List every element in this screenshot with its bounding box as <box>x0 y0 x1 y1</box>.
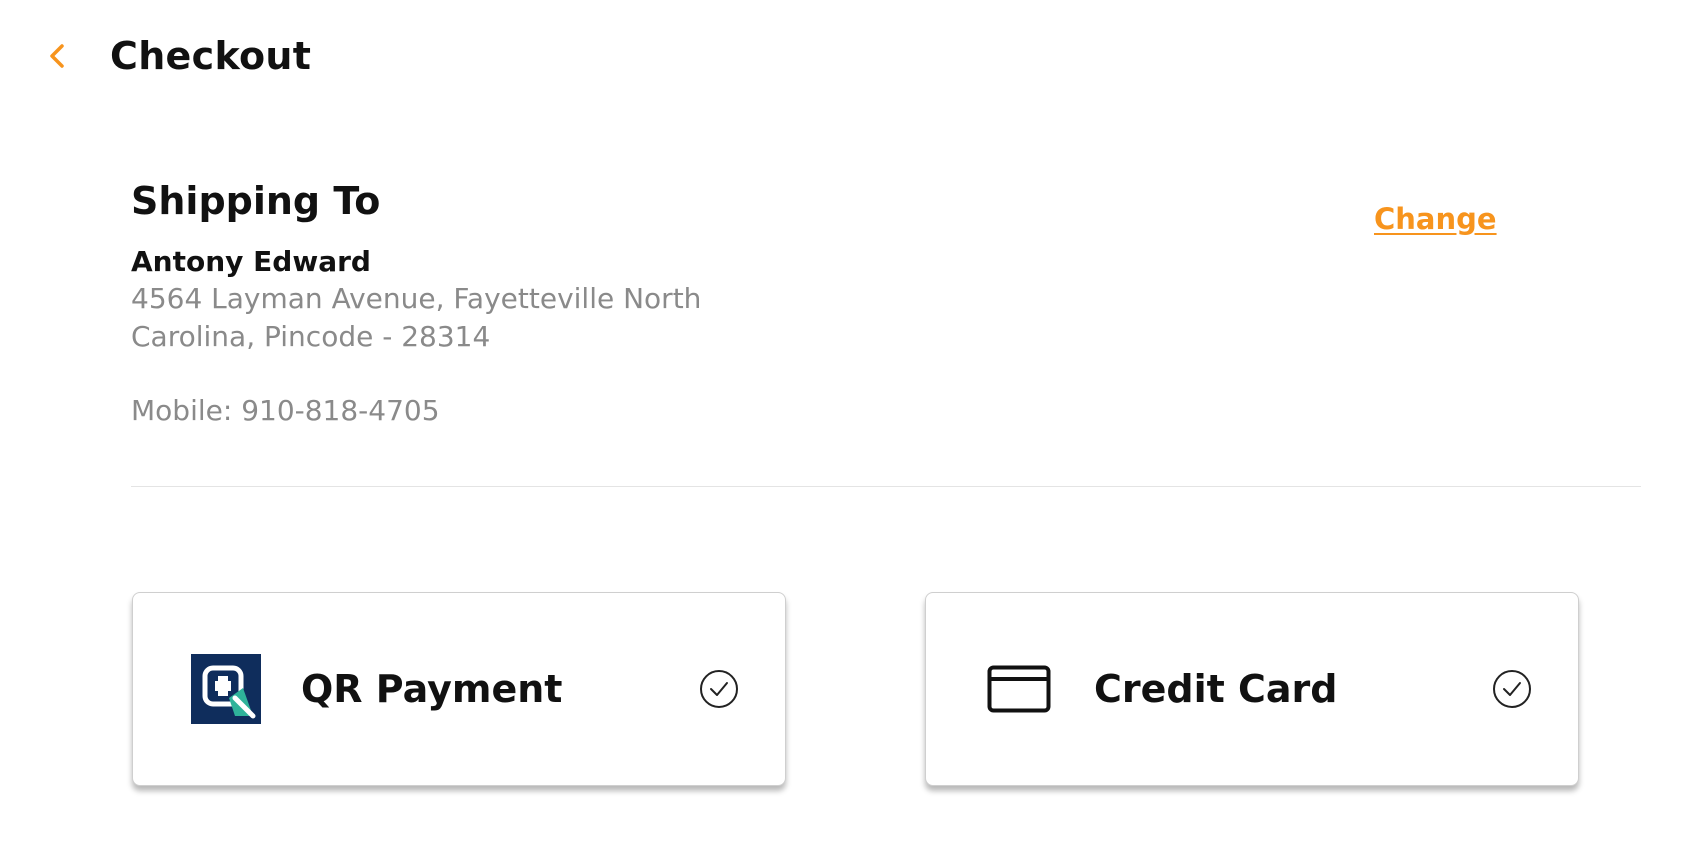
payment-option-credit-card[interactable]: Credit Card <box>925 592 1579 786</box>
payment-option-qr[interactable]: QR Payment <box>132 592 786 786</box>
payment-option-label: QR Payment <box>301 667 563 711</box>
header: Checkout <box>42 26 311 86</box>
check-circle-icon <box>1492 669 1532 709</box>
mobile-number: Mobile: 910-818-4705 <box>131 392 1641 430</box>
change-address-link[interactable]: Change <box>1374 202 1497 236</box>
page-title: Checkout <box>110 34 312 78</box>
credit-card-icon <box>984 654 1054 724</box>
back-button[interactable] <box>42 36 72 76</box>
section-divider <box>131 486 1641 487</box>
checkout-page: Checkout Shipping To Change Antony Edwar… <box>0 0 1688 868</box>
qr-payment-icon <box>191 654 261 724</box>
chevron-left-icon <box>50 44 64 68</box>
mobile-label: Mobile: <box>131 394 233 427</box>
address-line-2: Carolina, Pincode - 28314 <box>131 320 491 353</box>
address-line-1: 4564 Layman Avenue, Fayetteville North <box>131 282 702 315</box>
recipient-name: Antony Edward <box>131 245 371 278</box>
mobile-value: 910-818-4705 <box>241 394 440 427</box>
shipping-section: Shipping To Change Antony Edward 4564 La… <box>131 176 1641 430</box>
check-circle-icon <box>699 669 739 709</box>
payment-option-label: Credit Card <box>1094 667 1338 711</box>
